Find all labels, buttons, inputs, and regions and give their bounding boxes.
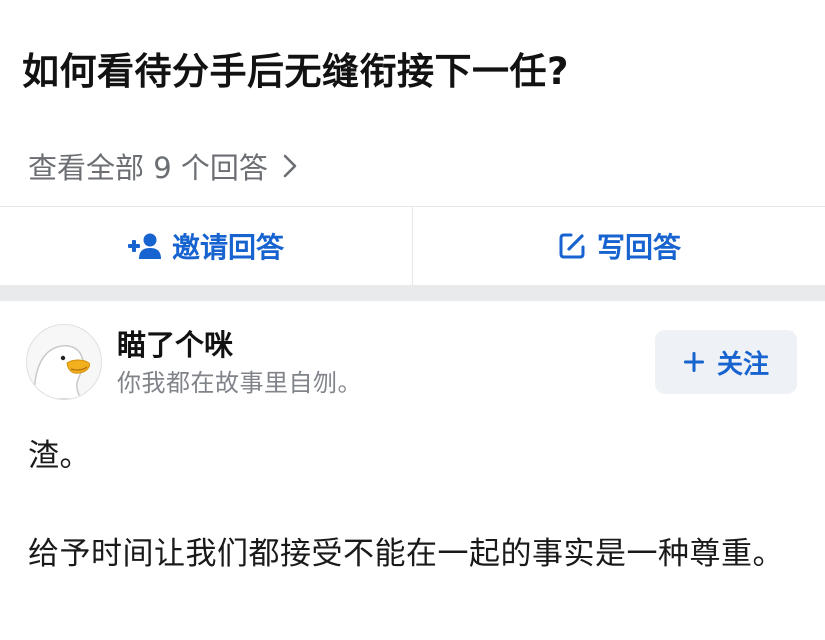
write-answer-label: 写回答	[596, 231, 681, 264]
section-gap	[0, 285, 825, 301]
author-bio: 你我都在故事里自刎。	[117, 369, 362, 397]
write-answer-button[interactable]: 写回答	[413, 207, 825, 285]
view-all-answers-link[interactable]: 查看全部 9 个回答	[28, 144, 298, 188]
goose-avatar	[27, 325, 101, 399]
add-user-icon	[127, 232, 162, 260]
plus-icon	[683, 351, 705, 373]
invite-answer-label: 邀请回答	[171, 231, 284, 264]
answer-action-bar: 邀请回答 写回答	[0, 206, 825, 285]
view-all-answers-label: 查看全部 9 个回答	[28, 151, 268, 185]
chevron-right-icon	[282, 153, 298, 179]
invite-answer-button[interactable]: 邀请回答	[0, 207, 412, 285]
answer-paragraph: 给予时间让我们都接受不能在一起的事实是一种尊重。	[28, 536, 784, 572]
author-name[interactable]: 瞄了个咪	[117, 326, 233, 364]
follow-label: 关注	[716, 349, 769, 380]
question-title: 如何看待分手后无缝衔接下一任?	[22, 50, 569, 93]
follow-button[interactable]: 关注	[655, 330, 797, 394]
author-avatar[interactable]	[26, 324, 102, 400]
edit-icon	[557, 231, 587, 261]
answer-paragraph: 渣。	[28, 438, 91, 474]
